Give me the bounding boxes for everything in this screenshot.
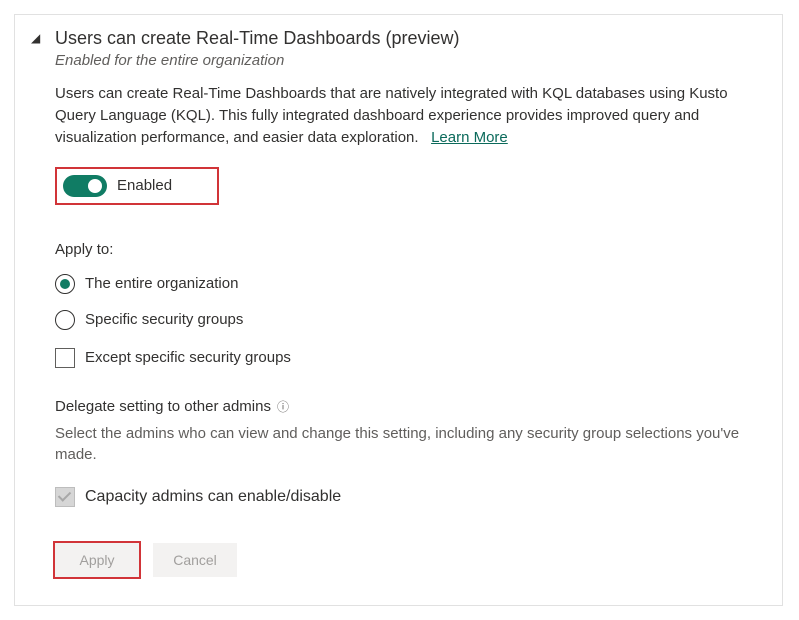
checkbox-capacity-admins[interactable]: Capacity admins can enable/disable [55,487,762,507]
setting-panel: ◢ Users can create Real-Time Dashboards … [14,14,783,606]
checkbox-icon [55,487,75,507]
checkbox-label: Except specific security groups [85,349,291,366]
panel-body: Users can create Real-Time Dashboards th… [55,83,762,576]
setting-description: Users can create Real-Time Dashboards th… [55,83,762,148]
checkbox-except-security-groups[interactable]: Except specific security groups [55,348,762,368]
enable-toggle-row: Enabled [55,167,219,205]
radio-entire-organization[interactable]: The entire organization [55,274,762,294]
radio-label: Specific security groups [85,311,243,328]
header-content: Users can create Real-Time Dashboards (p… [55,27,762,69]
setting-title: Users can create Real-Time Dashboards (p… [55,27,762,50]
apply-to-label: Apply to: [55,241,762,258]
radio-label: The entire organization [85,275,238,292]
radio-icon [55,274,75,294]
toggle-state-label: Enabled [117,177,172,194]
action-buttons: Apply Cancel [55,543,762,577]
delegate-heading: Delegate setting to other admins [55,398,271,415]
delegate-description: Select the admins who can view and chang… [55,423,762,465]
checkbox-label: Capacity admins can enable/disable [85,488,341,506]
cancel-button[interactable]: Cancel [153,543,237,577]
expand-collapse-icon[interactable]: ◢ [31,27,45,45]
learn-more-link[interactable]: Learn More [431,129,508,146]
checkbox-icon [55,348,75,368]
radio-specific-security-groups[interactable]: Specific security groups [55,310,762,330]
apply-button[interactable]: Apply [55,543,139,577]
radio-icon [55,310,75,330]
setting-subtitle: Enabled for the entire organization [55,52,762,69]
delegate-heading-row: Delegate setting to other admins ⓘ [55,398,762,415]
toggle-knob [88,179,102,193]
info-icon[interactable]: ⓘ [277,398,289,415]
panel-header: ◢ Users can create Real-Time Dashboards … [31,27,762,69]
enable-toggle[interactable] [63,175,107,197]
description-text: Users can create Real-Time Dashboards th… [55,85,728,146]
